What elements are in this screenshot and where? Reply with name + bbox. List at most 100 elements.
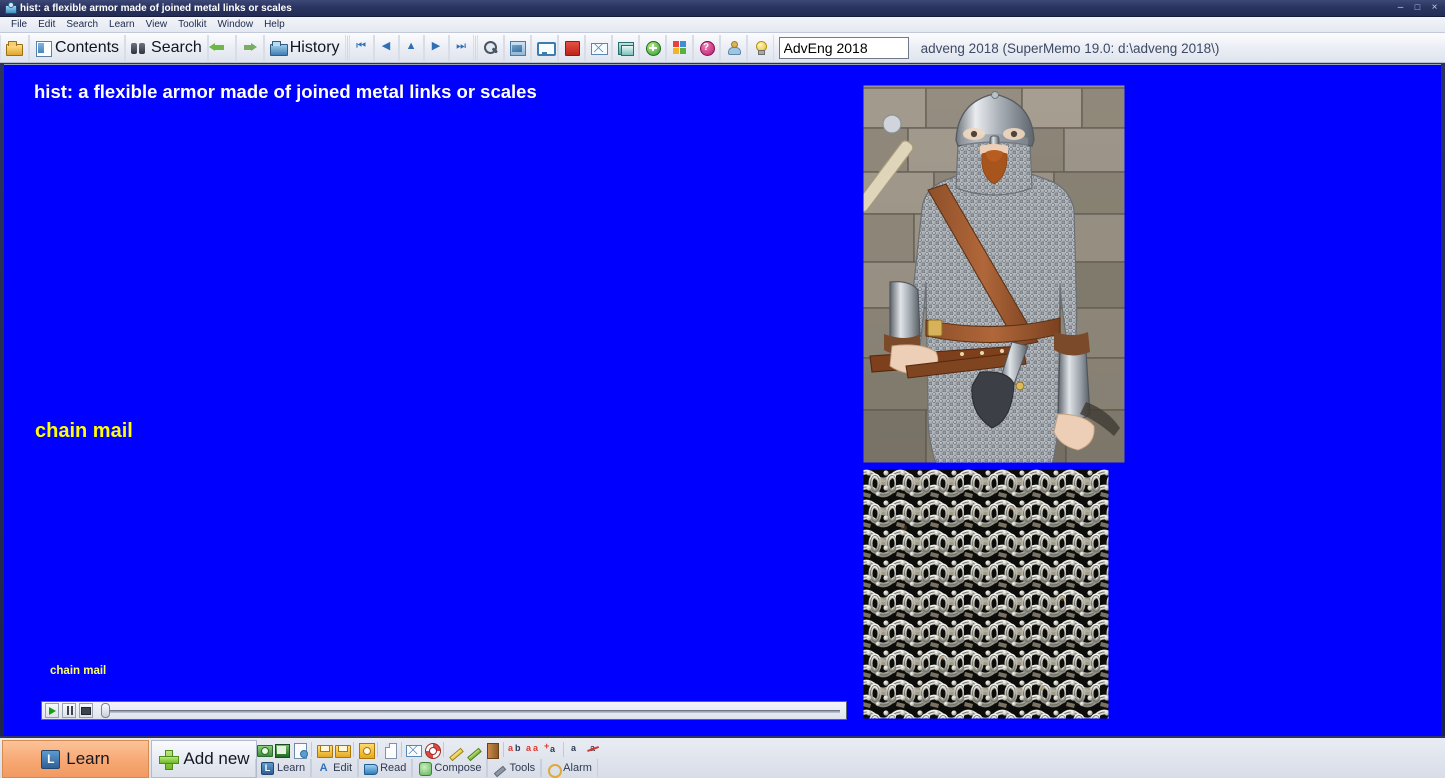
previous-record-button[interactable]: ◀ — [374, 35, 399, 61]
first-record-icon: ⏮ — [355, 41, 368, 54]
title-bar: hist: a flexible armor made of joined me… — [0, 0, 1445, 17]
tab-tools[interactable]: Tools — [487, 759, 541, 777]
image-window-button[interactable] — [504, 35, 531, 61]
supermemo-icon — [4, 2, 16, 14]
red-book-icon — [564, 40, 579, 55]
tab-read[interactable]: Read — [358, 759, 412, 777]
yellow-save-icon[interactable] — [333, 741, 350, 758]
find-button[interactable] — [477, 35, 504, 61]
toolbar-separator — [347, 36, 348, 60]
audio-seek-slider[interactable] — [99, 702, 844, 719]
audio-slider-thumb[interactable] — [101, 703, 110, 718]
yellow-highlighter-icon[interactable] — [447, 741, 464, 758]
life-ring-icon[interactable] — [423, 741, 440, 758]
templates-button[interactable] — [666, 35, 693, 61]
tab-alarm-label: Alarm — [563, 762, 592, 774]
maximize-button[interactable]: □ — [1410, 1, 1425, 14]
quick-access-toolbar — [255, 740, 602, 758]
toolbar-separator — [475, 36, 476, 60]
strike-letter-a-icon[interactable] — [585, 741, 602, 758]
parent-record-icon: ▲ — [405, 41, 418, 54]
question-text: hist: a flexible armor made of joined me… — [34, 81, 537, 103]
toolbar-separator — [353, 742, 354, 757]
stop-icon[interactable] — [79, 703, 93, 718]
dictionary-button[interactable] — [558, 35, 585, 61]
binoculars-icon — [131, 40, 148, 56]
envelope-icon[interactable] — [405, 741, 422, 758]
presentation-button[interactable] — [531, 35, 558, 61]
page-icon[interactable] — [381, 741, 398, 758]
image-capture-icon[interactable] — [255, 741, 272, 758]
yellow-disk-icon[interactable] — [315, 741, 332, 758]
parent-record-button[interactable]: ▲ — [399, 35, 424, 61]
green-plus-icon — [158, 749, 178, 769]
window-layout-button[interactable] — [612, 35, 639, 61]
presentation-icon — [537, 40, 552, 55]
element-content-area[interactable]: hist: a flexible armor made of joined me… — [4, 64, 1441, 736]
gear-icon[interactable] — [357, 741, 374, 758]
ab-translate-icon[interactable] — [507, 741, 524, 758]
add-new-button[interactable]: Add new — [151, 740, 257, 778]
knight-chainmail-photo[interactable] — [862, 84, 1126, 464]
collection-status-title: adveng 2018 (SuperMemo 19.0: d:\adveng 2… — [700, 33, 1440, 63]
arrow-left-icon — [214, 40, 230, 56]
forward-button[interactable] — [236, 35, 264, 61]
menu-window[interactable]: Window — [212, 18, 259, 31]
arrow-right-icon — [242, 40, 258, 56]
green-pencil-icon[interactable] — [465, 741, 482, 758]
bottom-bar: L Learn Add new — [0, 736, 1445, 778]
mail-icon — [591, 40, 606, 55]
menu-toolkit[interactable]: Toolkit — [173, 18, 212, 31]
pause-icon[interactable] — [62, 703, 76, 718]
alarm-tab-icon — [547, 762, 560, 775]
menu-edit[interactable]: Edit — [33, 18, 61, 31]
tab-compose-label: Compose — [434, 762, 481, 774]
letter-a-icon[interactable] — [567, 741, 584, 758]
add-new-button-label: Add new — [183, 749, 249, 769]
chainmail-closeup-photo[interactable] — [862, 468, 1110, 720]
play-icon[interactable] — [45, 703, 59, 718]
minimize-button[interactable]: – — [1393, 1, 1408, 14]
teal-window-icon — [618, 40, 633, 55]
first-record-button[interactable]: ⏮ — [349, 35, 374, 61]
toolbar-separator — [443, 742, 444, 757]
menu-learn[interactable]: Learn — [104, 18, 141, 31]
knight-chainmail-illustration — [862, 84, 1126, 464]
learn-button[interactable]: L Learn — [2, 740, 149, 778]
menu-help[interactable]: Help — [259, 18, 291, 31]
toolbar-separator — [563, 742, 564, 757]
bottom-tab-strip: Learn Edit Read Compose Tools Alarm — [255, 759, 598, 777]
green-plus-circle-icon — [645, 40, 660, 55]
back-button[interactable] — [208, 35, 236, 61]
tab-alarm[interactable]: Alarm — [541, 759, 598, 777]
compose-tab-icon — [418, 762, 431, 775]
toolbar-separator — [377, 742, 378, 757]
mail-button[interactable] — [585, 35, 612, 61]
menu-search[interactable]: Search — [61, 18, 104, 31]
green-window-icon[interactable] — [273, 741, 290, 758]
open-collection-button[interactable] — [0, 35, 29, 61]
document-blue-icon[interactable] — [291, 741, 308, 758]
brown-book-icon[interactable] — [483, 741, 500, 758]
close-button[interactable]: × — [1427, 1, 1442, 14]
audio-player[interactable] — [41, 701, 847, 720]
audio-track — [107, 710, 840, 713]
aa-duplicate-icon[interactable] — [525, 741, 542, 758]
tab-learn[interactable]: Learn — [255, 759, 311, 777]
tab-tools-label: Tools — [509, 762, 535, 774]
edit-tab-icon — [317, 762, 330, 775]
menu-file[interactable]: File — [6, 18, 33, 31]
next-record-button[interactable]: ▶ — [424, 35, 449, 61]
search-button[interactable]: Search — [125, 35, 208, 61]
last-record-button[interactable]: ⏭ — [449, 35, 474, 61]
learn-button-label: Learn — [66, 749, 109, 769]
search-label: Search — [151, 39, 202, 57]
add-item-button[interactable] — [639, 35, 666, 61]
history-button[interactable]: History — [264, 35, 346, 61]
contents-button[interactable]: Contents — [29, 35, 125, 61]
tab-edit[interactable]: Edit — [311, 759, 358, 777]
add-letter-icon[interactable] — [543, 741, 560, 758]
menu-view[interactable]: View — [141, 18, 174, 31]
tab-learn-label: Learn — [277, 762, 305, 774]
tab-compose[interactable]: Compose — [412, 759, 487, 777]
